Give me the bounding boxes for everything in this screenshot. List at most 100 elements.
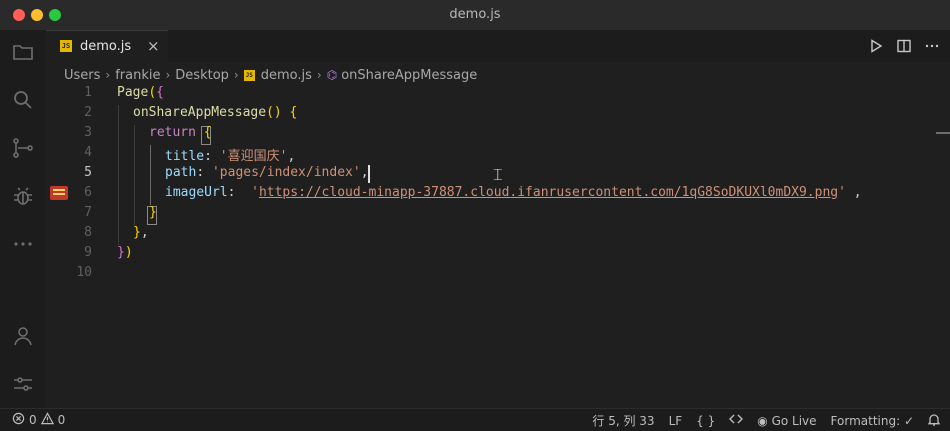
code-line: 6 imageUrl: 'https://cloud-minapp-37887.… [46,184,926,204]
token-comma: , [140,225,149,240]
token-string: '喜迎国庆' [219,149,288,164]
search-icon[interactable] [11,88,35,112]
code-text: } [149,205,157,220]
code-line: 1 Page({ [46,84,926,104]
token-keyword: return [149,125,196,140]
token-bracket: { [156,85,164,100]
split-editor-icon[interactable] [896,38,912,54]
status-bar-right: 行 5, 列 33 LF { } ◉ Go Live Formatting: ✓ [592,412,941,429]
token-quote: ' [251,185,259,200]
line-number: 9 [84,245,92,260]
code-text: imageUrl: 'https://cloud-minapp-37887.cl… [165,185,862,200]
run-icon[interactable] [868,38,884,54]
breadcrumb-separator: › [316,68,322,82]
code-text: }, [133,225,149,240]
breadcrumb-item-frankie[interactable]: frankie [115,68,160,83]
token-comma: , [287,149,296,164]
line-number: 1 [84,85,92,100]
close-tab-icon[interactable]: × [147,37,160,55]
error-icon [12,412,25,428]
code-line-active: 5 path: 'pages/index/index', [46,164,926,184]
code-text: Page({ [117,85,164,100]
line-number: 3 [84,125,92,140]
url-link[interactable]: https://cloud-minapp-37887.cloud.ifanrus… [259,185,838,200]
token-bracket: { [289,105,298,120]
live-share-icon[interactable] [729,413,744,428]
settings-sliders-icon[interactable] [11,372,35,396]
token-colon: : [196,165,205,180]
explorer-icon[interactable] [11,40,35,64]
token-string: 'pages/index/index' [211,165,361,180]
line-number: 4 [84,145,92,160]
breadcrumb-item-symbol[interactable]: onShareAppMessage [341,68,477,83]
breadcrumb-item-desktop[interactable]: Desktop [175,68,229,83]
token-property: path [165,165,197,180]
language-braces-icon[interactable]: { } [696,414,715,428]
token-quote: ' [838,185,846,200]
breadcrumb-item-users[interactable]: Users [64,68,100,83]
breadcrumb: Users › frankie › Desktop › JS demo.js ›… [64,66,477,84]
token-function: Page [117,85,149,100]
tab-demo-js[interactable]: JS demo.js × [46,30,168,62]
code-line: 8 }, [46,224,926,244]
code-text: path: 'pages/index/index', [165,165,369,180]
token-bracket: { [203,125,212,140]
code-editor[interactable]: 1 Page({ 2 onShareAppMessage() { 3 retur… [46,84,950,408]
notifications-bell-icon[interactable] [927,413,941,429]
error-count: 0 [29,413,37,427]
more-icon[interactable] [11,232,35,256]
js-file-icon: JS [60,40,72,52]
js-file-icon: JS [243,69,255,81]
code-text: onShareAppMessage() { [133,105,297,120]
tab-label: demo.js [80,39,132,54]
go-live-button[interactable]: ◉ Go Live [757,414,816,428]
code-text: title: '喜迎国庆', [165,145,295,164]
warning-count: 0 [57,413,66,427]
token-property: imageUrl [165,185,228,200]
token-colon: : [227,185,236,200]
ibeam-cursor-icon: ⌶ [493,165,503,184]
editor-actions [868,38,940,54]
token-bracket: } [133,225,141,240]
code-line: 10 [46,264,926,284]
more-actions-icon[interactable] [924,38,940,54]
overview-ruler-mark [936,132,950,134]
token-bracket: ) [124,245,133,260]
line-number: 7 [84,205,92,220]
account-icon[interactable] [11,324,35,348]
warning-icon [40,412,54,428]
code-line: 9 }) [46,244,926,264]
go-live-label: Go Live [771,413,817,428]
code-line: 2 onShareAppMessage() { [46,104,926,124]
activity-bar [0,30,46,408]
token-method: onShareAppMessage [133,105,267,120]
token-bracket: } [149,205,157,220]
token-bracket: () [266,105,282,120]
code-line: 7 } [46,204,926,224]
code-line: 4 title: '喜迎国庆', [46,144,926,164]
token-comma: , [853,185,862,200]
line-number: 2 [84,105,92,120]
broadcast-icon: ◉ [757,413,768,428]
source-control-icon[interactable] [11,136,35,160]
status-bar: 0 0 行 5, 列 33 LF { } ◉ Go Live Formattin… [0,408,950,431]
cursor-position[interactable]: 行 5, 列 33 [592,412,654,429]
tab-bar: JS demo.js × [46,30,950,62]
line-number: 5 [84,165,92,180]
code-text: return { [149,125,212,140]
line-number: 10 [76,265,92,280]
debug-icon[interactable] [11,184,35,208]
problems-indicator[interactable]: 0 0 [12,412,65,428]
breadcrumb-separator: › [233,68,239,82]
title-bar: demo.js [0,0,950,31]
token-bracket: ( [148,85,157,100]
token-property: title [165,149,205,164]
token-bracket: } [117,245,125,260]
code-text: }) [117,245,133,260]
line-number: 6 [84,185,92,200]
formatting-status[interactable]: Formatting: ✓ [831,414,914,428]
text-cursor [368,165,370,183]
window-title: demo.js [449,7,501,22]
breadcrumb-item-file[interactable]: demo.js [261,68,312,83]
end-of-line[interactable]: LF [669,414,683,428]
